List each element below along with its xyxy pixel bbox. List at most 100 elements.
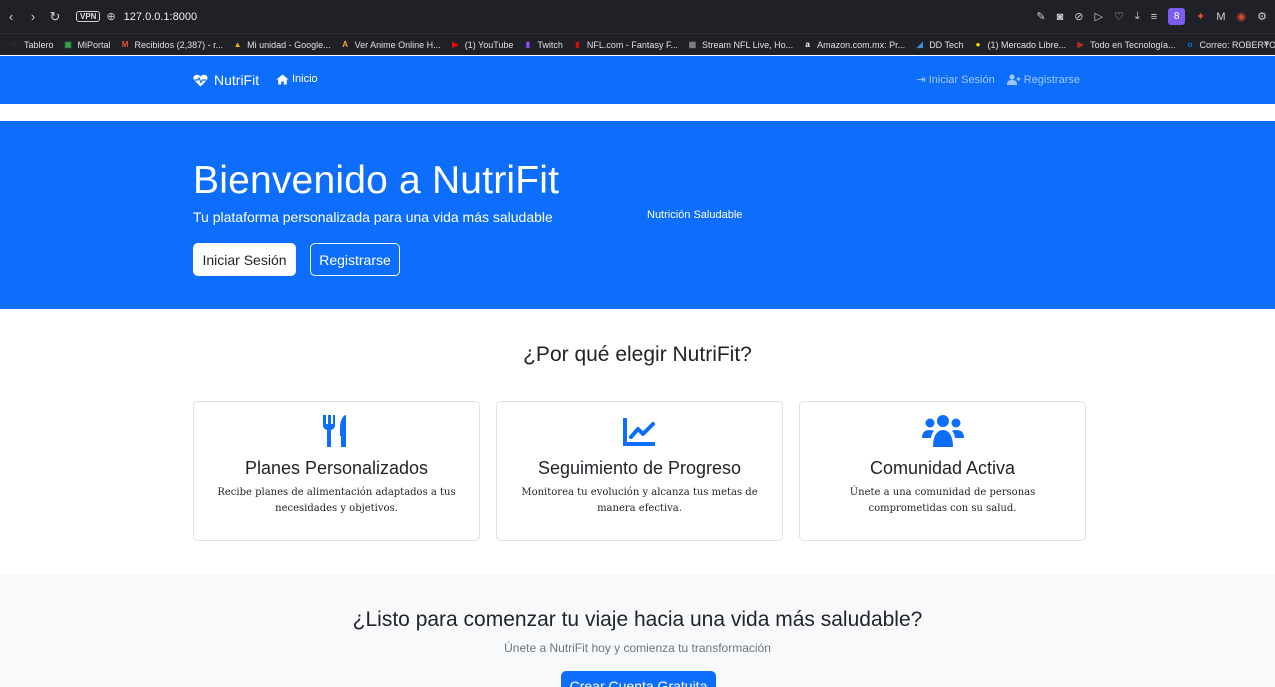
browser-actions: ✎ ◙ ⊘ ▷ ♡ ⤓ ≡ 8 ✦ M ◉ ⚙ [1036,8,1267,25]
mercadolibre-icon: ● [975,40,981,49]
nav-login-label: Iniciar Sesión [928,73,995,86]
hero-title: Bienvenido a NutriFit [193,159,560,202]
bookmark-label: Stream NFL Live, Ho... [701,39,794,50]
camera-icon[interactable]: ◙ [1057,11,1064,23]
bookmark-item[interactable]: ◢ DD Tech [914,39,964,50]
edit-icon[interactable]: ✎ [1036,10,1045,23]
bookmark-item[interactable]: ▮ NFL.com - Fantasy F... [572,39,678,50]
feature-text-community: Únete a una comunidad de personas compro… [849,487,1036,514]
download-icon[interactable]: ⤓ [1135,10,1140,23]
extension-wifi-icon[interactable]: ◉ [1237,10,1247,23]
bookmark-label: Mi unidad - Google... [247,39,331,50]
bookmark-label: (1) Mercado Libre... [987,39,1067,50]
nav-register-label: Registrarse [1023,73,1080,86]
bookmark-label: (1) YouTube [464,39,514,50]
nav-home-label: Inicio [292,73,318,85]
heart-icon[interactable]: ♡ [1114,10,1124,23]
globe-icon: ⊕ [106,11,116,23]
brand-name: NutriFit [214,72,260,88]
bookmark-label: Twitch [537,39,563,50]
hero-login-button[interactable]: Iniciar Sesión [193,243,296,276]
feature-text-progress: Monitorea tu evolución y alcanza tus met… [521,487,758,514]
features-title: ¿Por qué elegir NutriFit? [523,343,752,366]
bookmark-item[interactable]: ▲ Mi unidad - Google... [232,39,331,50]
feature-card-plans: Planes Personalizados Recibe planes de a… [193,401,480,541]
portal-icon: ▣ [64,40,72,49]
address-bar[interactable]: 127.0.0.1:8000 [124,11,197,23]
bookmark-label: Amazon.com.mx: Pr... [817,39,906,50]
vpn-badge[interactable]: VPN [76,11,101,22]
anime-icon: A [342,40,349,49]
bookmark-item[interactable]: ▣ MiPortal [63,39,111,50]
bookmark-item[interactable]: a Amazon.com.mx: Pr... [802,39,905,50]
drive-icon: ▲ [233,40,242,49]
bookmark-label: Ver Anime Online H... [354,39,441,50]
bookmarks-overflow-icon[interactable]: » [1263,38,1269,49]
shield-icon[interactable]: ⊘ [1074,10,1083,23]
bookmark-label: DD Tech [929,39,964,50]
bookmark-label: NFL.com - Fantasy F... [586,39,678,50]
settings-icon[interactable]: ⚙ [1257,10,1267,23]
heartbeat-icon [193,74,208,86]
bookmark-item[interactable]: ▶ Todo en Tecnología... [1075,39,1176,50]
nav-home-link[interactable]: Inicio [276,73,318,85]
bookmarks-bar: ◌ Tablero ▣ MiPortal M Recibidos (2,387) - r.… [0,33,1275,55]
cta-subtitle: Únete a NutriFit hoy y comienza tu trans… [504,641,771,655]
extension-m-icon[interactable]: M [1216,11,1225,23]
play-icon[interactable]: ▷ [1094,10,1102,23]
feature-title-progress: Seguimiento de Progreso [537,458,742,478]
youtube-icon: ▶ [452,40,459,49]
outlook-icon: o [1187,40,1193,49]
site-navbar: NutriFit Inicio ⇥ Iniciar Sesión Registr… [0,56,1275,104]
profile-avatar[interactable]: 8 [1168,8,1186,25]
twitch-icon: ▮ [525,40,531,49]
hero-image-alt: Nutrición Saludable [647,209,743,221]
feature-card-progress: Seguimiento de Progreso Monitorea tu evo… [496,401,783,541]
feature-title-plans: Planes Personalizados [244,458,429,478]
bookmark-item[interactable]: ▶ (1) YouTube [450,39,514,50]
hero-register-button[interactable]: Registrarse [310,243,400,276]
nav-auth-links: ⇥ Iniciar Sesión Registrarse [916,73,1080,87]
bookmark-item[interactable]: oCorreo: ROBERTO A... [1184,39,1275,50]
bookmark-label: Tablero [24,39,54,50]
bookmark-item[interactable]: M Recibidos (2,387) - r... [120,39,224,50]
nav-login-link[interactable]: ⇥ Iniciar Sesión [916,73,995,87]
bookmark-label: Todo en Tecnología... [1090,39,1176,50]
tech-icon: ▶ [1077,40,1084,49]
forward-icon[interactable]: › [22,9,44,24]
bookmark-item[interactable]: A Ver Anime Online H... [340,39,441,50]
menu-icon[interactable]: ≡ [1151,11,1157,23]
nav-register-link[interactable]: Registrarse [1006,73,1080,86]
ddtech-icon: ◢ [916,40,923,49]
bookmark-item[interactable]: ◌ Tablero [9,39,54,50]
gmail-icon: M [121,40,129,49]
reload-icon[interactable]: ↻ [44,9,66,25]
users-icon [921,415,964,447]
feature-card-community: Comunidad Activa Únete a una comunidad d… [799,401,1086,541]
amazon-icon: a [805,40,810,49]
circle-icon: ◌ [12,40,17,49]
cta-title: ¿Listo para comenzar tu viaje hacia una … [352,608,923,631]
bookmark-item[interactable]: ▮ Twitch [522,39,563,50]
bookmark-item[interactable]: ▦ Stream NFL Live, Ho... [687,39,793,50]
stream-icon: ▦ [688,40,697,49]
bookmark-label: Recibidos (2,387) - r... [134,39,224,50]
back-icon[interactable]: ‹ [0,9,22,24]
brand-link[interactable]: NutriFit [193,72,259,88]
browser-toolbar: ‹ › ↻ VPN ⊕ 127.0.0.1:8000 ✎ ◙ ⊘ ▷ ♡ ⤓ ≡… [0,0,1275,33]
hero-subtitle: Tu plataforma personalizada para una vid… [193,209,553,225]
hero-section: Bienvenido a NutriFit Tu plataforma pers… [0,121,1275,309]
chart-line-icon [622,418,655,446]
user-plus-icon [1006,74,1021,85]
feature-title-community: Comunidad Activa [869,458,1016,478]
bookmark-item[interactable]: ● (1) Mercado Libre... [973,39,1067,50]
bookmark-label: MiPortal [77,39,111,50]
home-icon [276,74,289,84]
nfl-icon: ▮ [575,40,580,49]
utensils-icon [322,415,346,447]
extension-icon[interactable]: ✦ [1196,10,1205,23]
hero-image-broken: Nutrición Saludable [647,209,742,221]
cta-section: ¿Listo para comenzar tu viaje hacia una … [0,574,1275,687]
feature-text-plans: Recibe planes de alimentación adaptados … [217,487,456,514]
create-account-button[interactable]: Crear Cuenta Gratuita [561,671,716,687]
